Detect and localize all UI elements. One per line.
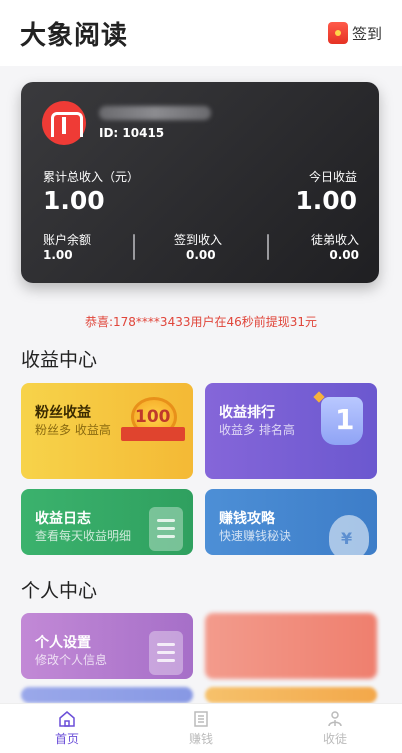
section-title-personal-center: 个人中心 (21, 580, 98, 602)
tile-earning-guide[interactable]: 赚钱攻略 快速赚钱秘诀 ¥ (205, 489, 377, 555)
red-envelope-icon (327, 22, 348, 44)
tile-blurred[interactable] (205, 687, 377, 703)
tile-title: 个人设置 (35, 635, 91, 651)
apprentice-income-label: 徒弟收入 (310, 233, 359, 247)
checkin-button[interactable]: 签到 (327, 22, 382, 44)
tab-apprentice[interactable]: 收徒 (268, 704, 402, 753)
tab-earn[interactable]: 赚钱 (134, 704, 268, 753)
total-income-value: 1.00 (43, 186, 105, 215)
today-income-value: 1.00 (295, 186, 357, 215)
app-header: 大象阅读 签到 (0, 0, 402, 66)
tile-blurred[interactable] (21, 687, 193, 703)
app-title: 大象阅读 (20, 20, 129, 51)
home-icon (59, 711, 75, 727)
tile-subtitle: 快速赚钱秘诀 (219, 529, 292, 543)
total-income-label: 累计总收入（元） (43, 170, 140, 184)
section-title-income-center: 收益中心 (21, 349, 98, 371)
document-icon (149, 507, 183, 551)
account-card: ID: 10415 累计总收入（元） 1.00 今日收益 1.00 账户余额 1… (21, 82, 379, 283)
today-income-label: 今日收益 (308, 170, 357, 184)
divider (133, 234, 135, 260)
apprentice-icon (328, 711, 342, 727)
blurred-phone-number (99, 106, 211, 120)
tab-label: 收徒 (322, 732, 347, 746)
user-id: ID: 10415 (99, 126, 165, 140)
ranking-badge-icon: 1 (321, 397, 363, 445)
medal-icon: 100 (121, 397, 185, 449)
tile-title: 赚钱攻略 (219, 511, 275, 527)
balance-label: 账户余额 (43, 233, 92, 247)
bottom-tab-bar: 首页 赚钱 收徒 (0, 703, 402, 753)
money-bag-icon: ¥ (329, 515, 369, 555)
checkin-income-label: 签到收入 (174, 233, 223, 247)
list-icon (194, 711, 208, 727)
tile-subtitle: 收益多 排名高 (219, 423, 295, 437)
profile-card-icon (149, 631, 183, 675)
tab-label: 赚钱 (188, 732, 213, 746)
tile-title: 收益日志 (35, 511, 91, 527)
tile-subtitle: 修改个人信息 (35, 653, 108, 667)
tile-subtitle: 粉丝多 收益高 (35, 423, 111, 437)
tile-title: 粉丝收益 (35, 405, 91, 421)
tile-blurred[interactable] (205, 613, 377, 679)
balance-value: 1.00 (43, 248, 73, 262)
tile-fans-income[interactable]: 粉丝收益 粉丝多 收益高 100 (21, 383, 193, 479)
logo-icon (51, 112, 83, 137)
tile-income-ranking[interactable]: 收益排行 收益多 排名高 1 (205, 383, 377, 479)
tile-subtitle: 查看每天收益明细 (35, 529, 132, 543)
avatar (42, 101, 86, 145)
withdraw-notice: 恭喜:178****3433用户在46秒前提现31元 (84, 315, 318, 329)
tile-title: 收益排行 (219, 405, 275, 421)
tab-home[interactable]: 首页 (0, 704, 134, 753)
tile-personal-settings[interactable]: 个人设置 修改个人信息 (21, 613, 193, 679)
checkin-label: 签到 (351, 24, 382, 43)
divider (267, 234, 269, 260)
tile-income-log[interactable]: 收益日志 查看每天收益明细 (21, 489, 193, 555)
apprentice-income-value: 0.00 (329, 248, 359, 262)
checkin-income-value: 0.00 (186, 248, 216, 262)
tab-label: 首页 (54, 732, 79, 746)
